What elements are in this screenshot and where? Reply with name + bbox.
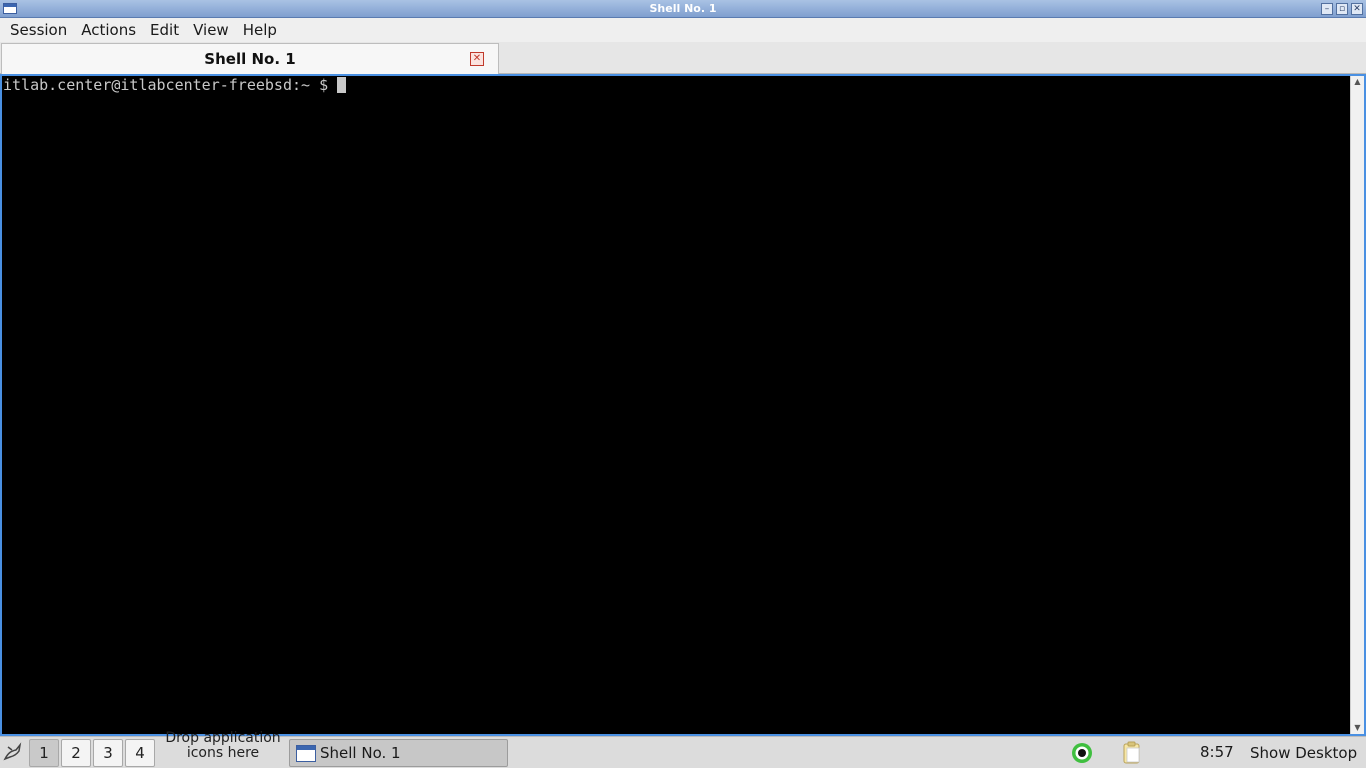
tab-label: Shell No. 1 [204, 50, 296, 68]
minimize-button[interactable]: – [1321, 3, 1333, 15]
taskbar: 1 2 3 4 Drop application icons here Shel… [0, 731, 1366, 768]
task-button-shell[interactable]: Shell No. 1 [289, 739, 508, 767]
tab-bar: Shell No. 1 ✕ [0, 42, 1366, 74]
launcher-drop-area[interactable]: Drop application icons here [160, 731, 286, 763]
menu-view[interactable]: View [186, 21, 236, 39]
maximize-button[interactable]: ▫ [1336, 3, 1348, 15]
close-button[interactable]: ✕ [1351, 3, 1363, 15]
window-menu-icon[interactable] [3, 3, 17, 14]
desktop-button-2[interactable]: 2 [61, 739, 91, 767]
menu-edit[interactable]: Edit [143, 21, 186, 39]
tab-close-icon[interactable]: ✕ [470, 52, 484, 66]
network-status-icon[interactable] [1071, 742, 1093, 764]
terminal-prompt: itlab.center@itlabcenter-freebsd:~ $ [3, 76, 338, 94]
window-title: Shell No. 1 [649, 2, 717, 15]
window-titlebar[interactable]: Shell No. 1 – ▫ ✕ [0, 0, 1366, 18]
tab-shell-1[interactable]: Shell No. 1 ✕ [1, 43, 499, 74]
clipboard-icon[interactable] [1121, 741, 1143, 765]
terminal-scrollbar[interactable]: ▲ ▼ [1350, 76, 1364, 734]
terminal-frame: itlab.center@itlabcenter-freebsd:~ $ ▲ ▼ [0, 74, 1366, 736]
clock[interactable]: 8:57 [1200, 743, 1234, 761]
desktop-button-1[interactable]: 1 [29, 739, 59, 767]
scroll-up-icon[interactable]: ▲ [1351, 76, 1364, 88]
menu-help[interactable]: Help [236, 21, 284, 39]
menu-bar: Session Actions Edit View Help [0, 18, 1366, 42]
terminal-area[interactable]: itlab.center@itlabcenter-freebsd:~ $ [2, 76, 1350, 734]
task-button-label: Shell No. 1 [320, 744, 401, 762]
terminal-cursor [337, 77, 347, 93]
scroll-down-icon[interactable]: ▼ [1351, 722, 1364, 734]
start-menu-icon[interactable] [2, 741, 24, 763]
desktop-button-4[interactable]: 4 [125, 739, 155, 767]
terminal-prompt-line: itlab.center@itlabcenter-freebsd:~ $ [3, 77, 1349, 93]
menu-session[interactable]: Session [3, 21, 74, 39]
window-controls: – ▫ ✕ [1321, 3, 1363, 15]
menu-actions[interactable]: Actions [74, 21, 143, 39]
desktop-button-3[interactable]: 3 [93, 739, 123, 767]
show-desktop-button[interactable]: Show Desktop [1250, 744, 1357, 762]
terminal-window-icon [296, 744, 316, 762]
